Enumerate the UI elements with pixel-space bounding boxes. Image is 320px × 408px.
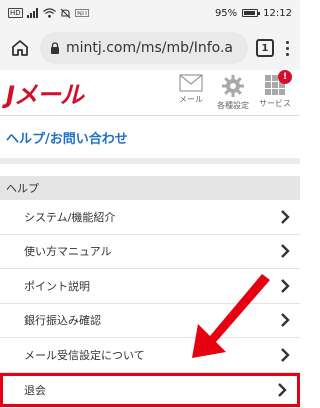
tab-switcher-button[interactable]: 1 [256,39,274,57]
chevron-right-icon [278,382,287,397]
nav-services-label: サービス [259,99,291,108]
lock-icon [51,42,59,54]
kebab-dot [285,46,289,50]
chevron-right-icon [281,347,290,362]
nav-mail-label: メール [179,95,203,104]
nav-mail[interactable]: メール [172,74,210,111]
chevron-right-icon [281,209,290,224]
mute-icon [60,8,71,18]
url-bar[interactable]: mintj.com/ms/mb/Info.a [40,32,248,64]
status-left: HD [8,8,89,19]
nfc-icon [74,9,89,17]
help-menu: システム/機能紹介 使い方マニュアル ポイント説明 銀行振込み確認 メール受信設… [0,200,300,407]
chevron-right-icon [281,244,290,259]
browser-toolbar: mintj.com/ms/mb/Info.a 1 [0,26,300,70]
chevron-right-icon [281,313,290,328]
mail-icon [179,74,203,92]
site-header: Jメール メール 各種設定 ! サービス [0,70,300,116]
menu-item-points[interactable]: ポイント説明 [0,269,300,304]
notification-badge: ! [278,70,292,84]
url-text: mintj.com/ms/mb/Info.a [66,40,234,56]
status-bar: HD 95% 12:12 [0,0,300,26]
section-header: ヘルプ [0,176,300,200]
wifi-icon [42,8,56,18]
signal-icon [26,8,38,18]
menu-item-withdraw[interactable]: 退会 [0,372,300,407]
header-nav: メール 各種設定 ! サービス [172,70,294,111]
menu-item-system[interactable]: システム/機能紹介 [0,200,300,235]
menu-item-mail-settings[interactable]: メール受信設定について [0,338,300,373]
menu-item-label: 銀行振込み確認 [24,314,101,328]
status-right: 95% 12:12 [215,8,292,19]
page-title: ヘルプ/お問い合わせ [0,116,300,164]
gear-icon [222,75,244,97]
battery-level-fill [244,11,256,15]
clock: 12:12 [263,7,292,19]
menu-item-label: メール受信設定について [24,348,145,362]
battery-icon [242,9,261,17]
site-logo[interactable]: Jメール [6,75,84,110]
home-icon [12,40,28,56]
nav-services[interactable]: ! サービス [256,70,294,111]
menu-item-manual[interactable]: 使い方マニュアル [0,234,300,269]
menu-item-label: 使い方マニュアル [24,245,112,259]
menu-item-label: ポイント説明 [24,279,90,293]
menu-item-label: システム/機能紹介 [24,210,116,224]
battery-percent: 95% [214,7,238,19]
nav-settings[interactable]: 各種設定 [214,74,252,111]
home-button[interactable] [8,36,32,60]
chevron-right-icon [281,278,290,293]
nav-settings-label: 各種設定 [217,101,249,110]
menu-item-label: 退会 [24,383,46,397]
screen: HD 95% 12:12 mintj.com/ms/mb/Info.a 1 Jメ… [0,0,300,408]
kebab-dot [285,52,289,56]
hd-icon: HD [8,8,23,18]
kebab-dot [285,40,289,44]
menu-item-bank-transfer[interactable]: 銀行振込み確認 [0,303,300,338]
browser-menu-button[interactable] [282,40,292,56]
